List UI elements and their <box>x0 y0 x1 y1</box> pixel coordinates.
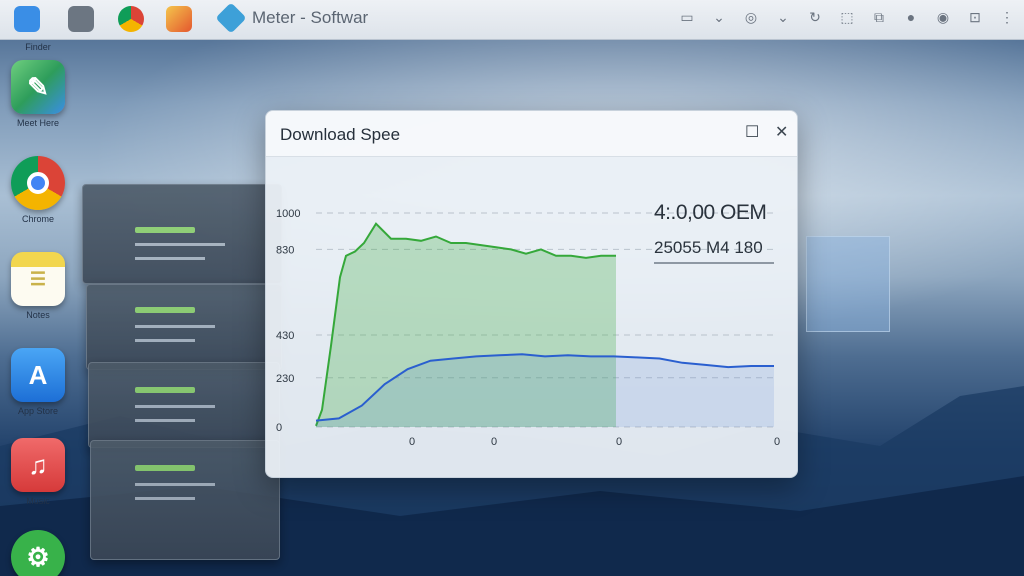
y-tick-label: 1000 <box>276 208 300 220</box>
dock-item-label: Finder <box>25 42 51 52</box>
tabs-icon[interactable]: ⧉ <box>872 10 886 24</box>
maximize-icon[interactable]: ☐ <box>745 125 759 141</box>
tab-title[interactable]: Meter - Softwar <box>252 8 368 28</box>
dock-item-label: Meet Here <box>16 118 60 128</box>
window-titlebar[interactable]: Download Spee ☐ ✕ <box>266 111 797 157</box>
window-title: Download Spee <box>280 125 401 144</box>
secondary-readout: 25055 M4 180 <box>654 238 763 257</box>
browser-toolbar: Meter - Softwar ▭ ⌄ ◎ ⌄ ↻ ⬚ ⧉ ● ◉ ⊡ ⋮ <box>0 0 1024 40</box>
chevron-down-icon[interactable]: ⌄ <box>776 10 790 24</box>
dock-item-maps[interactable]: ✎ Meet Here <box>8 60 68 128</box>
readout-underline <box>654 262 774 264</box>
dock-item-chrome[interactable]: Chrome <box>8 156 68 224</box>
app-tab-icon[interactable] <box>166 6 192 32</box>
maps-icon: ✎ <box>11 60 65 114</box>
chevron-down-icon[interactable]: ⌄ <box>712 10 726 24</box>
music-icon: ♫ <box>11 438 65 492</box>
extension-icon[interactable]: ● <box>904 10 918 24</box>
dock-item-label: Music <box>26 496 50 506</box>
finder-tab-icon[interactable] <box>14 6 40 32</box>
close-icon[interactable]: ✕ <box>775 125 788 141</box>
y-tick-label: 430 <box>276 330 294 342</box>
dock-item-label: Chrome <box>21 214 54 224</box>
dock-item-music[interactable]: ♫ Music <box>8 438 68 506</box>
photos-tab-icon[interactable] <box>68 6 94 32</box>
x-tick-label: 0 <box>409 436 415 448</box>
x-tick-label: 0 <box>616 436 622 448</box>
dock-item-label: App Store <box>17 406 59 416</box>
x-tick-label: 0 <box>491 436 497 448</box>
meter-tab-icon[interactable] <box>215 2 247 34</box>
settings-icon: ⚙ <box>11 530 65 576</box>
dock-item-notes[interactable]: ☰ Notes <box>8 252 68 320</box>
y-tick-label: 830 <box>276 244 294 256</box>
menu-icon[interactable]: ⋮ <box>1000 10 1014 24</box>
dock-item-finder[interactable]: Finder <box>8 38 68 52</box>
background-window-panel <box>806 236 890 332</box>
chrome-tab-icon[interactable] <box>118 6 144 32</box>
profile-icon[interactable]: ◉ <box>936 10 950 24</box>
download-speed-window: Download Spee ☐ ✕ 1000 830 430 230 0 0 0 0 0 4:.… <box>265 110 798 478</box>
x-tick-label: 0 <box>774 436 780 448</box>
sidebar-icon[interactable]: ▭ <box>680 10 694 24</box>
y-tick-label: 0 <box>276 422 282 434</box>
dock-item-label: Notes <box>26 310 50 320</box>
dock-item-appstore[interactable]: A App Store <box>8 348 68 416</box>
y-tick-label: 230 <box>276 373 294 385</box>
chrome-icon <box>11 156 65 210</box>
new-window-icon[interactable]: ⊡ <box>968 10 982 24</box>
globe-icon[interactable]: ◎ <box>744 10 758 24</box>
share-icon[interactable]: ⬚ <box>840 10 854 24</box>
dock: Finder ✎ Meet Here Chrome ☰ Notes A App … <box>0 40 76 576</box>
appstore-icon: A <box>11 348 65 402</box>
dock-item-settings[interactable]: ⚙ <box>8 530 68 576</box>
refresh-icon[interactable]: ↻ <box>808 10 822 24</box>
notes-icon: ☰ <box>11 252 65 306</box>
primary-readout: 4:.0,00 OEM <box>654 201 767 224</box>
toolbar-controls: ▭ ⌄ ◎ ⌄ ↻ ⬚ ⧉ ● ◉ ⊡ ⋮ <box>680 10 1014 24</box>
background-window <box>88 362 280 448</box>
background-window <box>86 284 282 370</box>
background-window <box>90 440 280 560</box>
background-window <box>82 184 282 284</box>
